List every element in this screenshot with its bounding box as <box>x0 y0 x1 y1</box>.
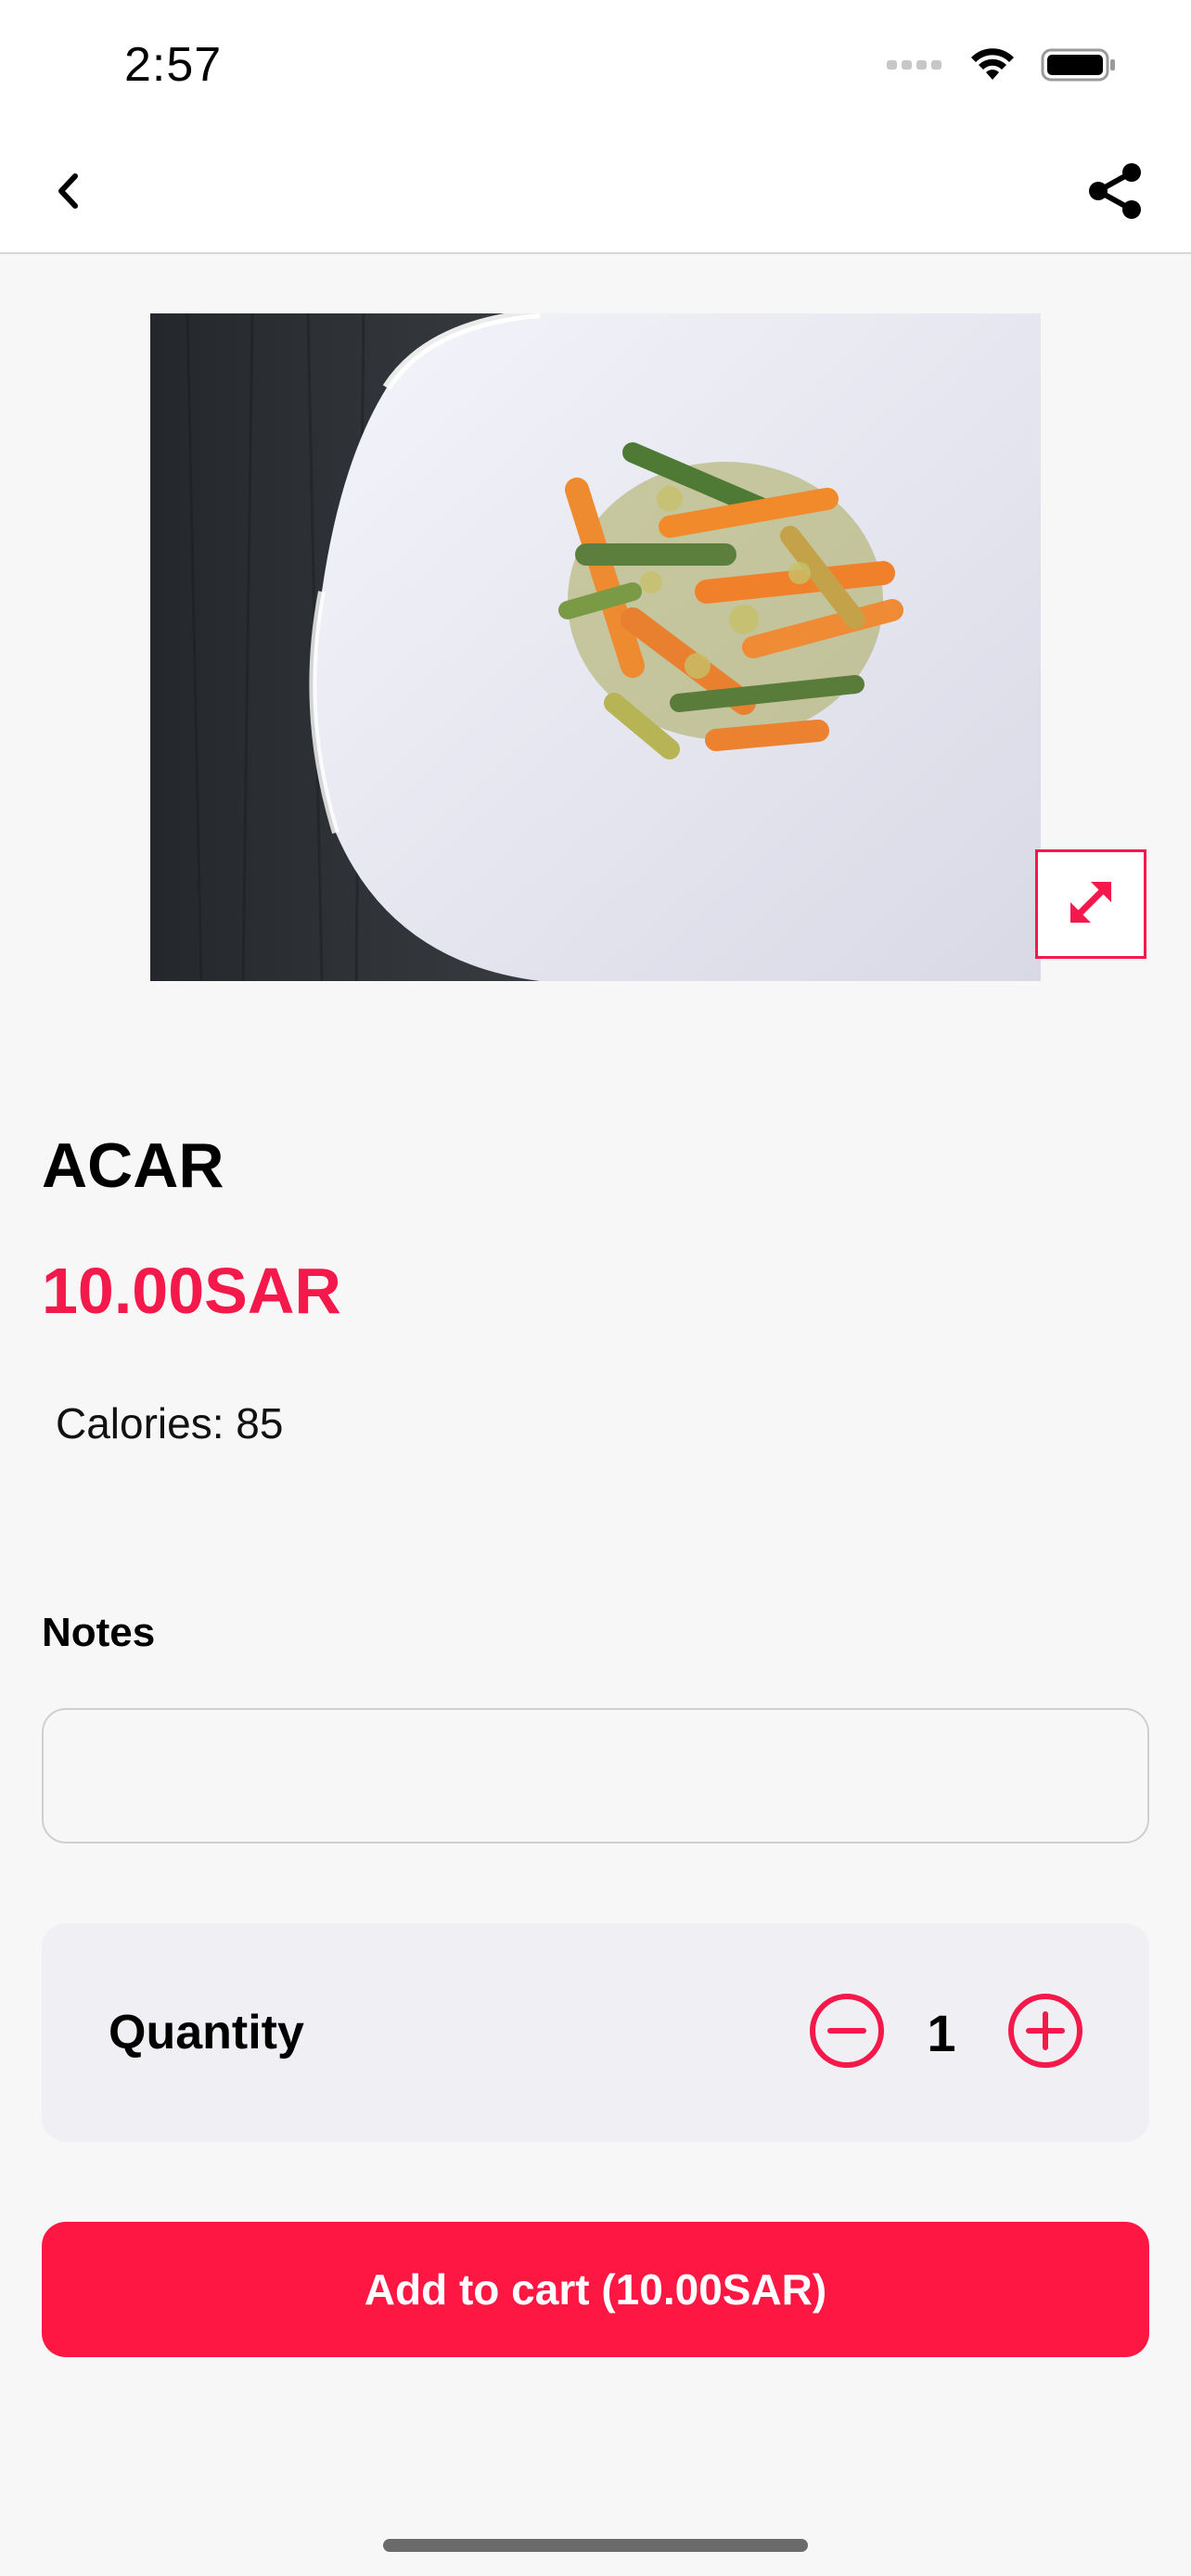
calories-value: 85 <box>236 1399 284 1447</box>
product-image <box>150 313 1041 981</box>
product-price: 10.00SAR <box>42 1255 341 1327</box>
status-time: 2:57 <box>124 38 223 92</box>
increase-quantity-button[interactable] <box>1006 1992 1084 2070</box>
cellular-signal-icon <box>887 58 944 76</box>
home-indicator <box>383 2539 808 2552</box>
calories-label: Calories: <box>56 1399 224 1447</box>
calories-info: Calories: 85 <box>56 1398 283 1448</box>
quantity-card: Quantity 1 <box>42 1923 1149 2142</box>
decrease-quantity-button[interactable] <box>808 1992 886 2070</box>
battery-icon <box>1041 46 1117 88</box>
plus-circle-icon <box>1006 1994 1084 2073</box>
notes-input[interactable] <box>42 1708 1149 1843</box>
share-button[interactable] <box>1080 158 1150 228</box>
status-icons <box>887 46 1117 88</box>
chevron-left-icon <box>55 172 83 215</box>
back-button[interactable] <box>41 165 96 221</box>
status-bar: 2:57 <box>0 0 1191 130</box>
quantity-label: Quantity <box>109 2006 304 2060</box>
product-title: ACAR <box>42 1130 224 1201</box>
add-to-cart-button[interactable]: Add to cart (10.00SAR) <box>42 2222 1149 2357</box>
nav-bar <box>0 130 1191 254</box>
expand-icon <box>1061 873 1121 937</box>
share-icon <box>1087 162 1143 224</box>
expand-image-button[interactable] <box>1035 849 1146 959</box>
minus-circle-icon <box>808 1994 886 2073</box>
wifi-icon <box>968 46 1017 88</box>
quantity-value: 1 <box>927 2004 956 2062</box>
notes-label: Notes <box>42 1610 156 1655</box>
